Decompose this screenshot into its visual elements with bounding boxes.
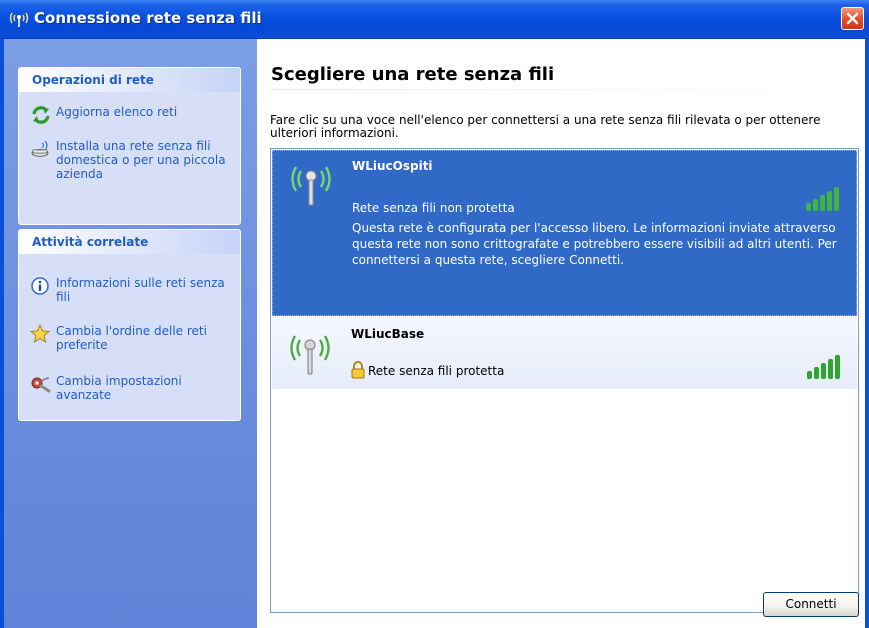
refresh-network-list-link[interactable]: Aggiorna elenco reti <box>30 105 226 125</box>
window-title: Connessione rete senza fili <box>34 9 262 27</box>
instructions-text: Fare clic su una voce nell'elenco per co… <box>270 113 821 140</box>
info-icon <box>31 277 49 295</box>
page-title: Scegliere una rete senza fili <box>271 64 555 85</box>
wireless-setup-icon <box>31 140 49 157</box>
connect-button[interactable]: Connetti <box>763 592 859 617</box>
change-advanced-settings-link[interactable]: Cambia impostazioni avanzate <box>30 374 226 402</box>
network-item-wliucbase[interactable]: WLiucBase Rete senza fili protetta <box>272 317 857 389</box>
network-security: Rete senza fili non protetta <box>352 201 515 215</box>
close-icon <box>846 12 859 25</box>
refresh-icon <box>32 106 50 124</box>
star-icon <box>30 324 51 344</box>
task-label: Cambia impostazioni avanzate <box>56 374 182 402</box>
network-ssid: WLiucBase <box>351 327 425 341</box>
related-tasks-header: Attività correlate <box>19 230 240 254</box>
network-description: Questa rete è configurata per l'accesso … <box>352 221 837 267</box>
task-label: Informazioni sulle reti senza fili <box>56 276 225 304</box>
title-bar: Connessione rete senza fili <box>0 0 869 39</box>
setup-wireless-network-link[interactable]: Installa una rete senza fili domestica o… <box>30 139 226 181</box>
task-label: Aggiorna elenco reti <box>56 105 178 119</box>
close-button[interactable] <box>841 7 864 30</box>
network-tasks-panel: Operazioni di rete Aggiorna elenco reti … <box>18 67 241 225</box>
network-ssid: WLiucOspiti <box>352 159 433 173</box>
signal-strength-icon <box>806 187 839 211</box>
settings-icon <box>31 377 51 393</box>
network-list[interactable]: WLiucOspiti Rete senza fili non protetta… <box>270 148 859 613</box>
related-tasks-panel: Attività correlate Informazioni sulle re… <box>18 229 241 421</box>
wireless-antenna-icon <box>290 335 330 375</box>
sidebar: Operazioni di rete Aggiorna elenco reti … <box>4 39 257 628</box>
task-label: Cambia l'ordine delle reti preferite <box>56 324 207 352</box>
main-content: Scegliere una rete senza fili Fare clic … <box>257 39 865 628</box>
change-preferred-order-link[interactable]: Cambia l'ordine delle reti preferite <box>30 324 226 352</box>
network-tasks-header: Operazioni di rete <box>19 68 240 92</box>
title-divider <box>270 89 860 90</box>
task-label: Installa una rete senza fili domestica o… <box>56 139 226 181</box>
lock-icon <box>351 361 365 379</box>
wireless-info-link[interactable]: Informazioni sulle reti senza fili <box>30 276 226 304</box>
signal-strength-icon <box>807 355 840 379</box>
network-security: Rete senza fili protetta <box>368 364 505 378</box>
network-item-wliucospiti[interactable]: WLiucOspiti Rete senza fili non protetta… <box>272 150 857 316</box>
wireless-icon <box>9 12 29 27</box>
wireless-antenna-icon <box>291 166 331 206</box>
window-frame-right <box>865 39 869 628</box>
